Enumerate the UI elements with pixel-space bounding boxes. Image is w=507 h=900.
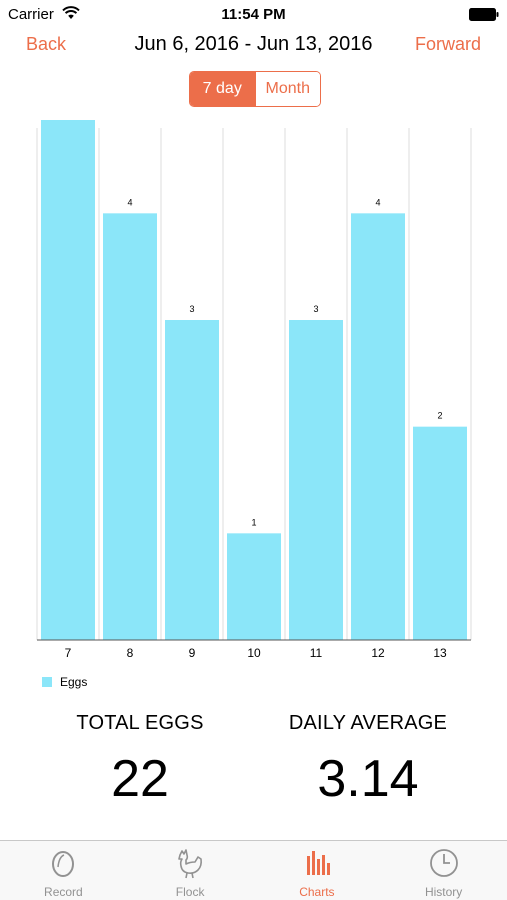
- battery-icon: [469, 8, 499, 21]
- x-tick-label: 10: [247, 646, 261, 660]
- bar-value-label: 3: [313, 304, 318, 314]
- egg-icon: [52, 851, 75, 877]
- x-tick-label: 8: [127, 646, 134, 660]
- tab-history[interactable]: History: [380, 841, 507, 900]
- segment-month[interactable]: Month: [254, 72, 320, 106]
- daily-average-stat: DAILY AVERAGE 3.14: [248, 712, 488, 809]
- total-eggs-label: TOTAL EGGS: [76, 712, 204, 734]
- clock-icon: [429, 849, 458, 877]
- tab-charts[interactable]: Charts: [254, 841, 381, 900]
- bar-value-label: 4: [375, 197, 380, 207]
- bar-10: [227, 533, 281, 640]
- daily-average-label: DAILY AVERAGE: [288, 712, 448, 734]
- tab-history-label: History: [424, 885, 463, 899]
- chart-legend: Eggs: [42, 675, 87, 689]
- segment-7-day[interactable]: 7 day: [190, 72, 255, 106]
- bar-11: [289, 320, 343, 640]
- bar-value-label: 2: [437, 411, 442, 421]
- bar-8: [103, 213, 157, 640]
- bar-value-label: 1: [251, 517, 256, 527]
- legend-swatch-eggs: [42, 677, 52, 687]
- chart-canvas: 574839110311412213: [36, 120, 472, 660]
- bar-7: [41, 120, 95, 640]
- chicken-icon: [178, 849, 203, 879]
- period-segmented-control: 7 day Month: [189, 71, 321, 107]
- x-tick-label: 13: [433, 646, 447, 660]
- bar-12: [351, 213, 405, 640]
- daily-average-value: 3.14: [317, 750, 419, 808]
- bar-9: [165, 320, 219, 640]
- eggs-bar-chart: 574839110311412213: [0, 120, 507, 680]
- tab-charts-label: Charts: [299, 885, 335, 899]
- tab-flock[interactable]: Flock: [127, 841, 254, 900]
- tab-flock-label: Flock: [175, 885, 205, 899]
- tab-record-label: Record: [44, 885, 83, 899]
- status-time: 11:54 PM: [221, 6, 286, 23]
- x-tick-label: 12: [371, 646, 385, 660]
- x-tick-label: 9: [189, 646, 196, 660]
- bar-chart-icon: [306, 851, 330, 875]
- total-eggs-stat: TOTAL EGGS 22: [20, 712, 260, 809]
- bar-value-label: 3: [189, 304, 194, 314]
- status-bar: Carrier 11:54 PM: [0, 0, 507, 28]
- total-eggs-value: 22: [111, 750, 169, 808]
- x-tick-label: 7: [65, 646, 72, 660]
- tab-bar: Record Flock Charts History: [0, 840, 507, 900]
- forward-button[interactable]: Forward: [415, 34, 481, 55]
- tab-record[interactable]: Record: [0, 841, 127, 900]
- bar-value-label: 4: [127, 197, 132, 207]
- navigation-bar: Back Jun 6, 2016 - Jun 13, 2016 Forward: [0, 28, 507, 62]
- legend-label-eggs: Eggs: [60, 675, 88, 689]
- bar-13: [413, 426, 467, 640]
- stats-summary: TOTAL EGGS 22 DAILY AVERAGE 3.14: [0, 712, 507, 822]
- x-tick-label: 11: [310, 646, 323, 660]
